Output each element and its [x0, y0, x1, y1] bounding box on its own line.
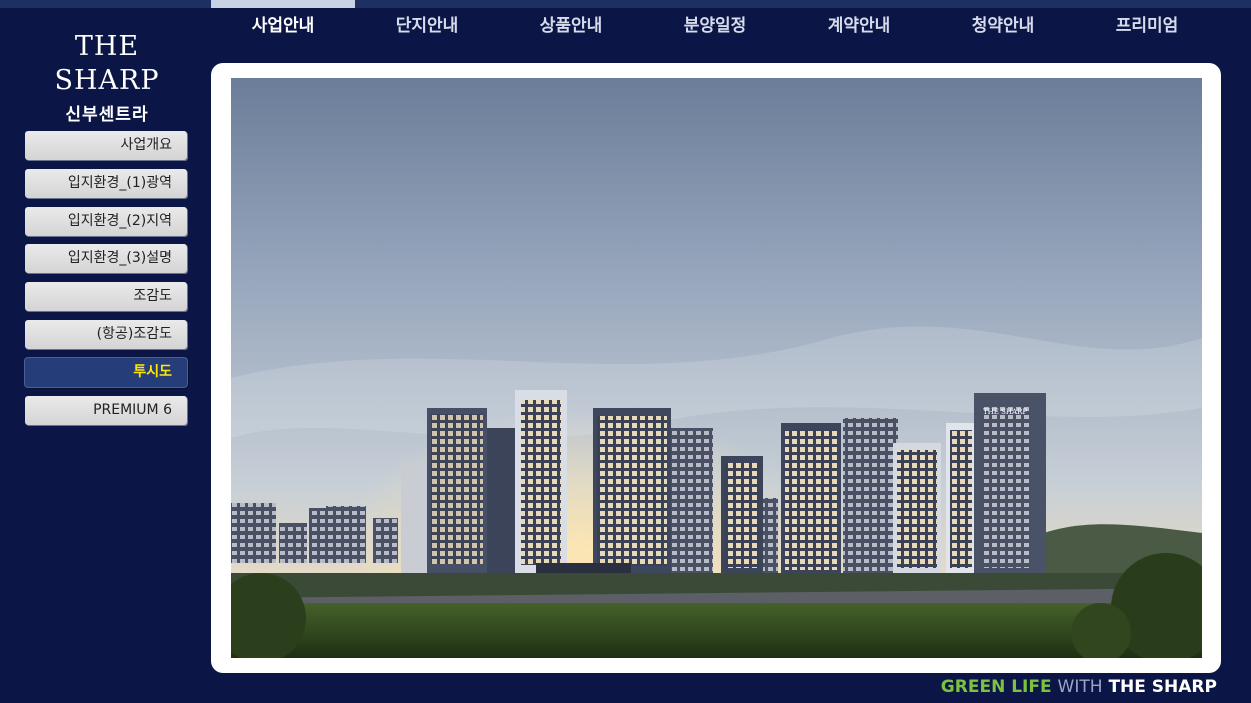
svg-text:THE SHARP: THE SHARP: [983, 408, 1027, 416]
top-bar: [0, 0, 1251, 8]
slogan-green-life: GREEN LIFE: [940, 677, 1052, 697]
tab-subscription-info[interactable]: 청약안내: [931, 8, 1075, 48]
main-nav: 사업안내 단지안내 상품안내 분양일정 계약안내 청약안내 프리미엄: [211, 8, 1221, 48]
site-logo[interactable]: THE SHARP 신부센트라: [18, 30, 196, 125]
side-item-aerial-view[interactable]: (항공)조감도: [25, 319, 187, 349]
side-item-premium6[interactable]: PREMIUM 6: [25, 395, 187, 425]
active-tab-indicator: [211, 0, 355, 8]
side-item-perspective[interactable]: 투시도: [25, 357, 187, 387]
tab-product-info[interactable]: 상품안내: [499, 8, 643, 48]
slogan: GREEN LIFE WITH THE SHARP: [941, 677, 1217, 697]
slogan-the-sharp: THE SHARP: [1108, 677, 1217, 697]
side-item-birds-eye[interactable]: 조감도: [25, 282, 187, 312]
side-item-location-wide[interactable]: 입지환경_(1)광역: [25, 168, 187, 198]
perspective-image: THE SHARP: [231, 78, 1202, 658]
side-menu: 사업개요 입지환경_(1)광역 입지환경_(2)지역 입지환경_(3)설명 조감…: [25, 131, 187, 433]
side-item-location-desc[interactable]: 입지환경_(3)설명: [25, 244, 187, 274]
tab-contract-info[interactable]: 계약안내: [787, 8, 931, 48]
tab-premium[interactable]: 프리미엄: [1075, 8, 1219, 48]
slogan-with: WITH: [1057, 677, 1103, 697]
logo-subtitle: 신부센트라: [65, 105, 149, 125]
logo-brand: THE SHARP: [54, 31, 160, 96]
tab-business-info[interactable]: 사업안내: [211, 8, 355, 48]
side-item-overview[interactable]: 사업개요: [25, 131, 187, 160]
tab-sale-schedule[interactable]: 분양일정: [643, 8, 787, 48]
tab-complex-info[interactable]: 단지안내: [355, 8, 499, 48]
side-item-location-local[interactable]: 입지환경_(2)지역: [25, 206, 187, 236]
